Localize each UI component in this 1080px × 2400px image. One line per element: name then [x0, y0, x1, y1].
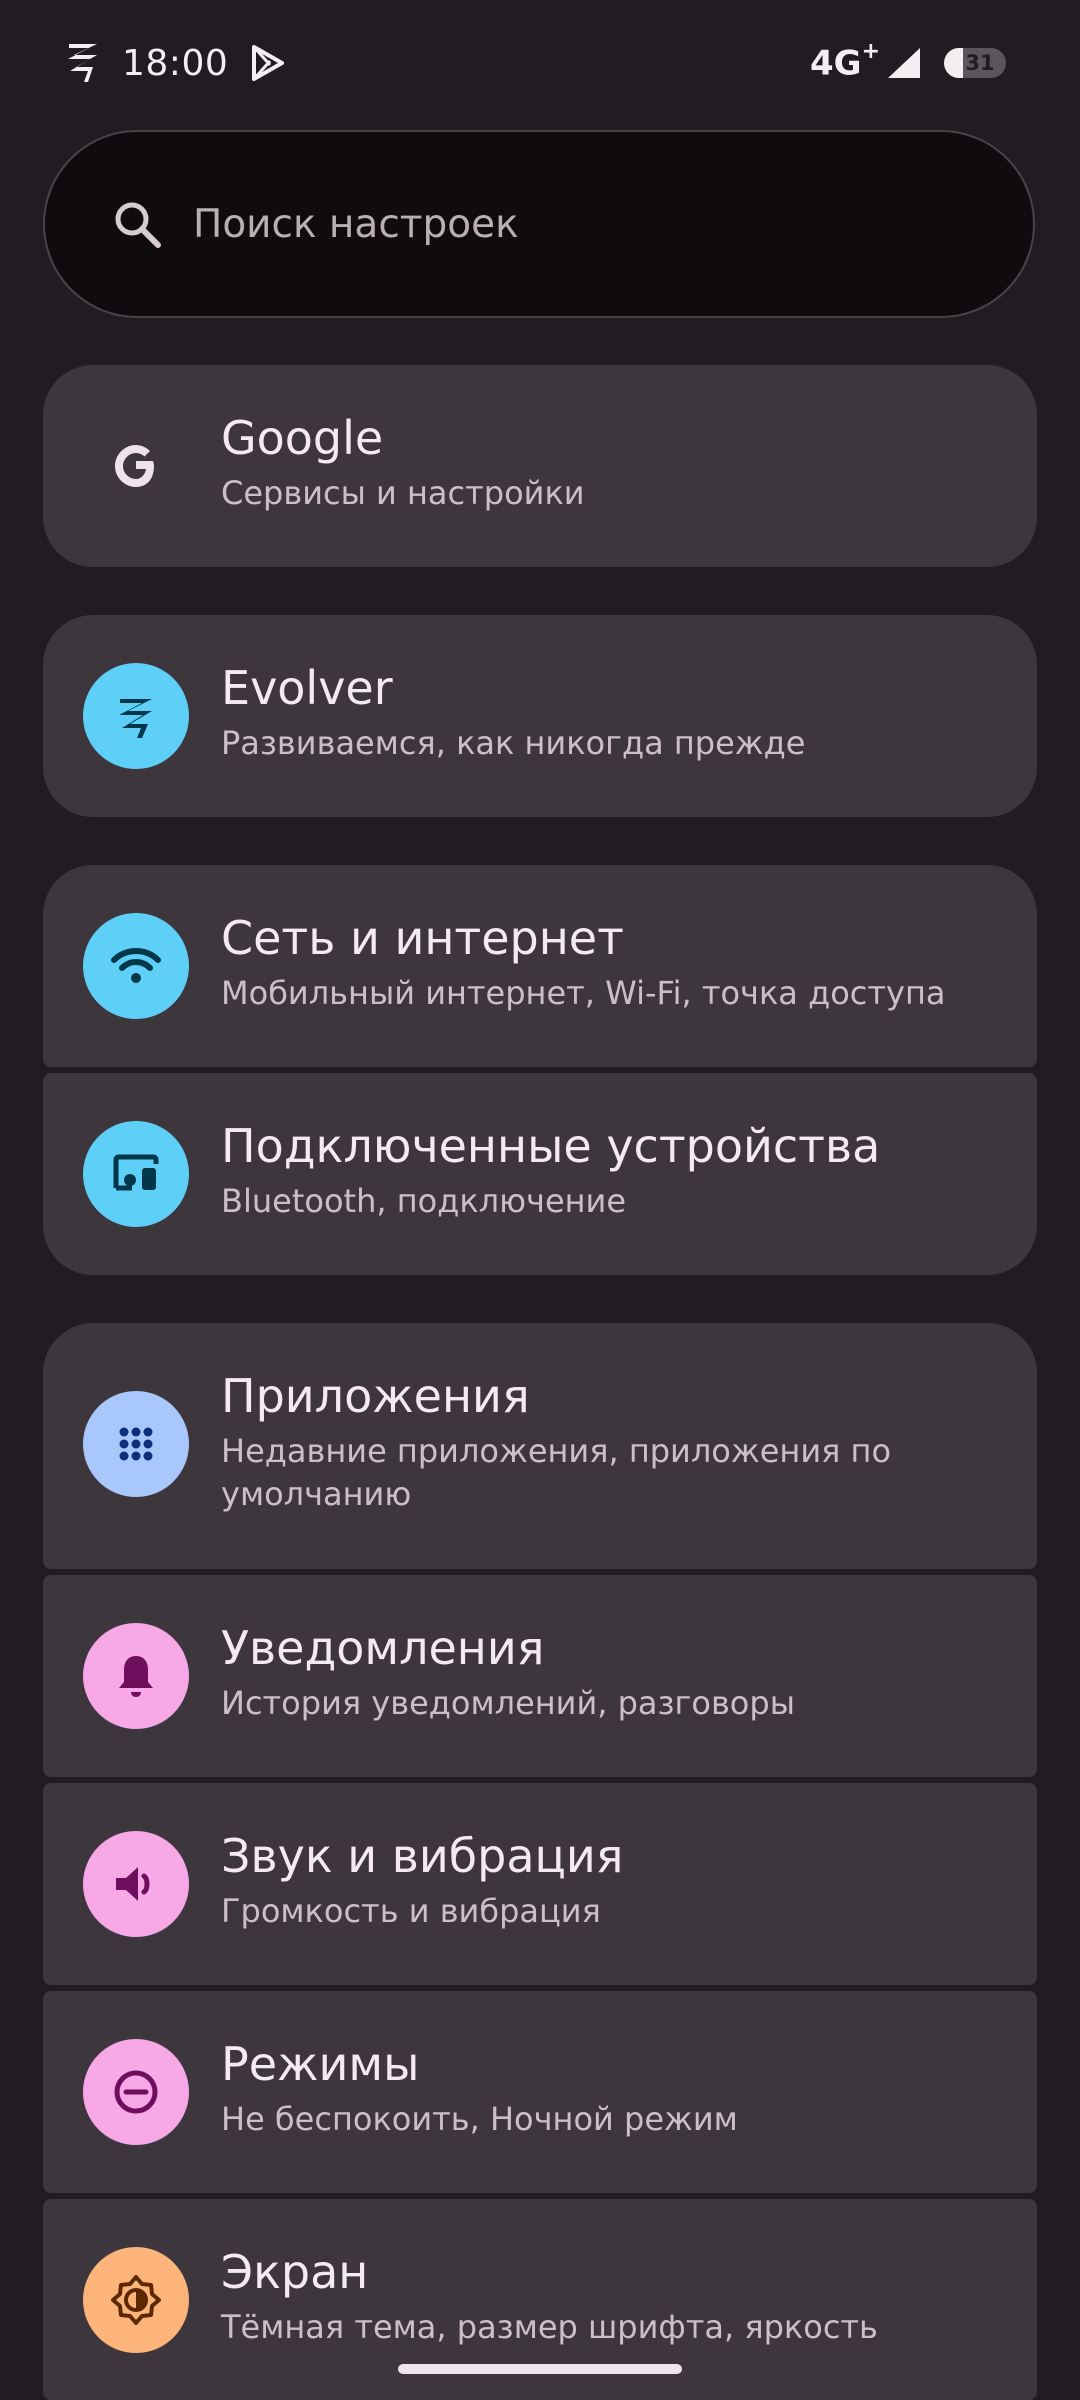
do-not-disturb-icon [83, 2039, 189, 2145]
settings-item-text: Подключенные устройства Bluetooth, подкл… [221, 1118, 997, 1223]
settings-item-text: Evolver Развиваемся, как никогда прежде [221, 660, 997, 765]
settings-item-text: Сеть и интернет Мобильный интернет, Wi-F… [221, 910, 997, 1015]
devices-glyph [113, 1154, 159, 1191]
google-g-glyph [115, 445, 154, 487]
play-store-icon [252, 45, 285, 81]
settings-item-subtitle: Тёмная тема, размер шрифта, яркость [221, 2308, 878, 2346]
volume-glyph [116, 1867, 150, 1901]
evolver-logo-icon [83, 663, 189, 769]
settings-item-text: Экран Тёмная тема, размер шрифта, яркост… [221, 2244, 997, 2349]
apps-grid-icon [83, 1391, 189, 1497]
settings-item-title: Экран [221, 2245, 369, 2299]
settings-item-text: Google Сервисы и настройки [221, 410, 997, 515]
settings-item-subtitle: История уведомлений, разговоры [221, 1684, 795, 1722]
settings-item-network[interactable]: Сеть и интернет Мобильный интернет, Wi-F… [43, 865, 1037, 1067]
settings-item-title: Google [221, 411, 384, 465]
brightness-glyph [111, 2275, 161, 2325]
settings-item-title: Приложения [221, 1369, 530, 1423]
volume-icon [83, 1831, 189, 1937]
settings-item-title: Подключенные устройства [221, 1119, 881, 1173]
settings-item-title: Evolver [221, 661, 393, 715]
do-not-disturb-glyph [114, 2070, 158, 2114]
settings-item-text: Приложения Недавние приложения, приложен… [221, 1368, 997, 1516]
settings-item-text: Звук и вибрация Громкость и вибрация [221, 1828, 997, 1933]
settings-item-modes[interactable]: Режимы Не беспокоить, Ночной режим [43, 1991, 1037, 2193]
status-bar: 18:00 4G+ 31 [0, 0, 1080, 124]
settings-item-title: Звук и вибрация [221, 1829, 624, 1883]
settings-item-subtitle: Развиваемся, как никогда прежде [221, 724, 806, 762]
network-type: 4G+ [809, 38, 880, 84]
google-icon [83, 413, 189, 519]
devices-icon [83, 1121, 189, 1227]
settings-item-subtitle: Сервисы и настройки [221, 474, 585, 512]
search-settings-bar[interactable]: Поиск настроек [43, 130, 1035, 318]
search-icon [115, 202, 161, 248]
status-right: 4G+ 31 [809, 38, 1006, 86]
wifi-glyph [111, 948, 161, 983]
settings-item-title: Режимы [221, 2037, 420, 2091]
settings-item-subtitle: Недавние приложения, приложения по умолч… [221, 1432, 892, 1513]
settings-item-title: Уведомления [221, 1621, 545, 1675]
settings-item-connected-devices[interactable]: Подключенные устройства Bluetooth, подкл… [43, 1073, 1037, 1275]
settings-item-text: Режимы Не беспокоить, Ночной режим [221, 2036, 997, 2141]
battery-level: 31 [965, 51, 995, 75]
battery-indicator: 31 [944, 48, 1006, 78]
gesture-navigation-handle[interactable] [398, 2364, 682, 2374]
bell-glyph [119, 1656, 153, 1697]
evolver-glyph [119, 699, 152, 738]
settings-item-sound[interactable]: Звук и вибрация Громкость и вибрация [43, 1783, 1037, 1985]
settings-item-subtitle: Не беспокоить, Ночной режим [221, 2100, 738, 2138]
settings-item-subtitle: Мобильный интернет, Wi-Fi, точка доступа [221, 974, 946, 1012]
signal-icon [888, 48, 920, 78]
settings-item-evolver[interactable]: Evolver Развиваемся, как никогда прежде [43, 615, 1037, 817]
settings-item-subtitle: Bluetooth, подключение [221, 1182, 627, 1220]
settings-item-notifications[interactable]: Уведомления История уведомлений, разгово… [43, 1575, 1037, 1777]
wifi-icon [83, 913, 189, 1019]
status-time: 18:00 [122, 42, 229, 84]
bell-icon [83, 1623, 189, 1729]
search-placeholder: Поиск настроек [193, 201, 519, 247]
status-left: 18:00 [64, 38, 286, 88]
apps-grid-glyph [119, 1427, 153, 1461]
settings-item-title: Сеть и интернет [221, 911, 624, 965]
settings-item-apps[interactable]: Приложения Недавние приложения, приложен… [43, 1323, 1037, 1569]
settings-item-subtitle: Громкость и вибрация [221, 1892, 601, 1930]
settings-item-text: Уведомления История уведомлений, разгово… [221, 1620, 997, 1725]
brightness-icon [83, 2247, 189, 2353]
evolver-logo-icon [68, 44, 97, 82]
settings-item-google[interactable]: Google Сервисы и настройки [43, 365, 1037, 567]
